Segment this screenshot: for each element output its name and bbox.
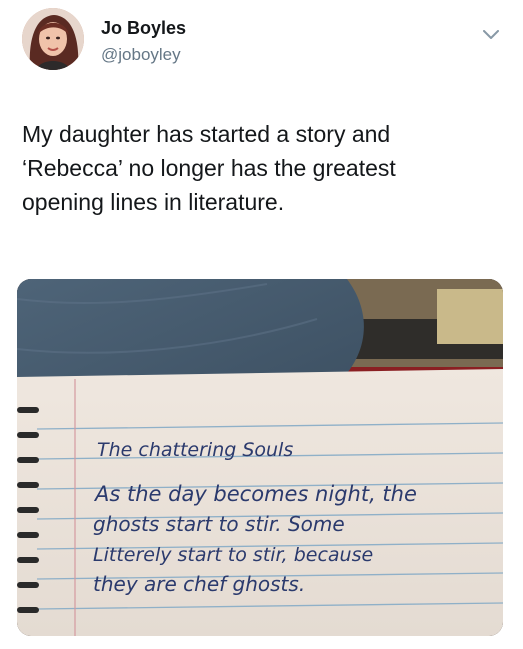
notebook-line: Litterely start to stir, because <box>93 544 373 566</box>
tweet-text-line: ‘Rebecca’ no longer has the greatest <box>22 155 396 181</box>
avatar-image <box>22 8 84 70</box>
author-display-name[interactable]: Jo Boyles <box>101 18 186 39</box>
tweet-text: My daughter has started a story and ‘Reb… <box>22 117 502 219</box>
chevron-down-icon[interactable] <box>483 30 499 40</box>
tweet-text-line: My daughter has started a story and <box>22 121 391 147</box>
author-handle[interactable]: @joboyley <box>101 45 181 65</box>
notebook-line: ghosts start to stir. Some <box>93 512 345 536</box>
tweet-text-line: opening lines in literature. <box>22 189 285 215</box>
avatar[interactable] <box>22 8 84 70</box>
notebook-line: As the day becomes night, the <box>93 482 417 506</box>
tweet-photo[interactable]: The chattering Souls As the day becomes … <box>17 279 503 636</box>
notebook-photo: The chattering Souls As the day becomes … <box>17 279 503 636</box>
tweet-card: Jo Boyles @joboyley My daughter has star… <box>0 0 523 649</box>
notebook-line: they are chef ghosts. <box>93 572 305 596</box>
notebook-title: The chattering Souls <box>97 439 293 461</box>
